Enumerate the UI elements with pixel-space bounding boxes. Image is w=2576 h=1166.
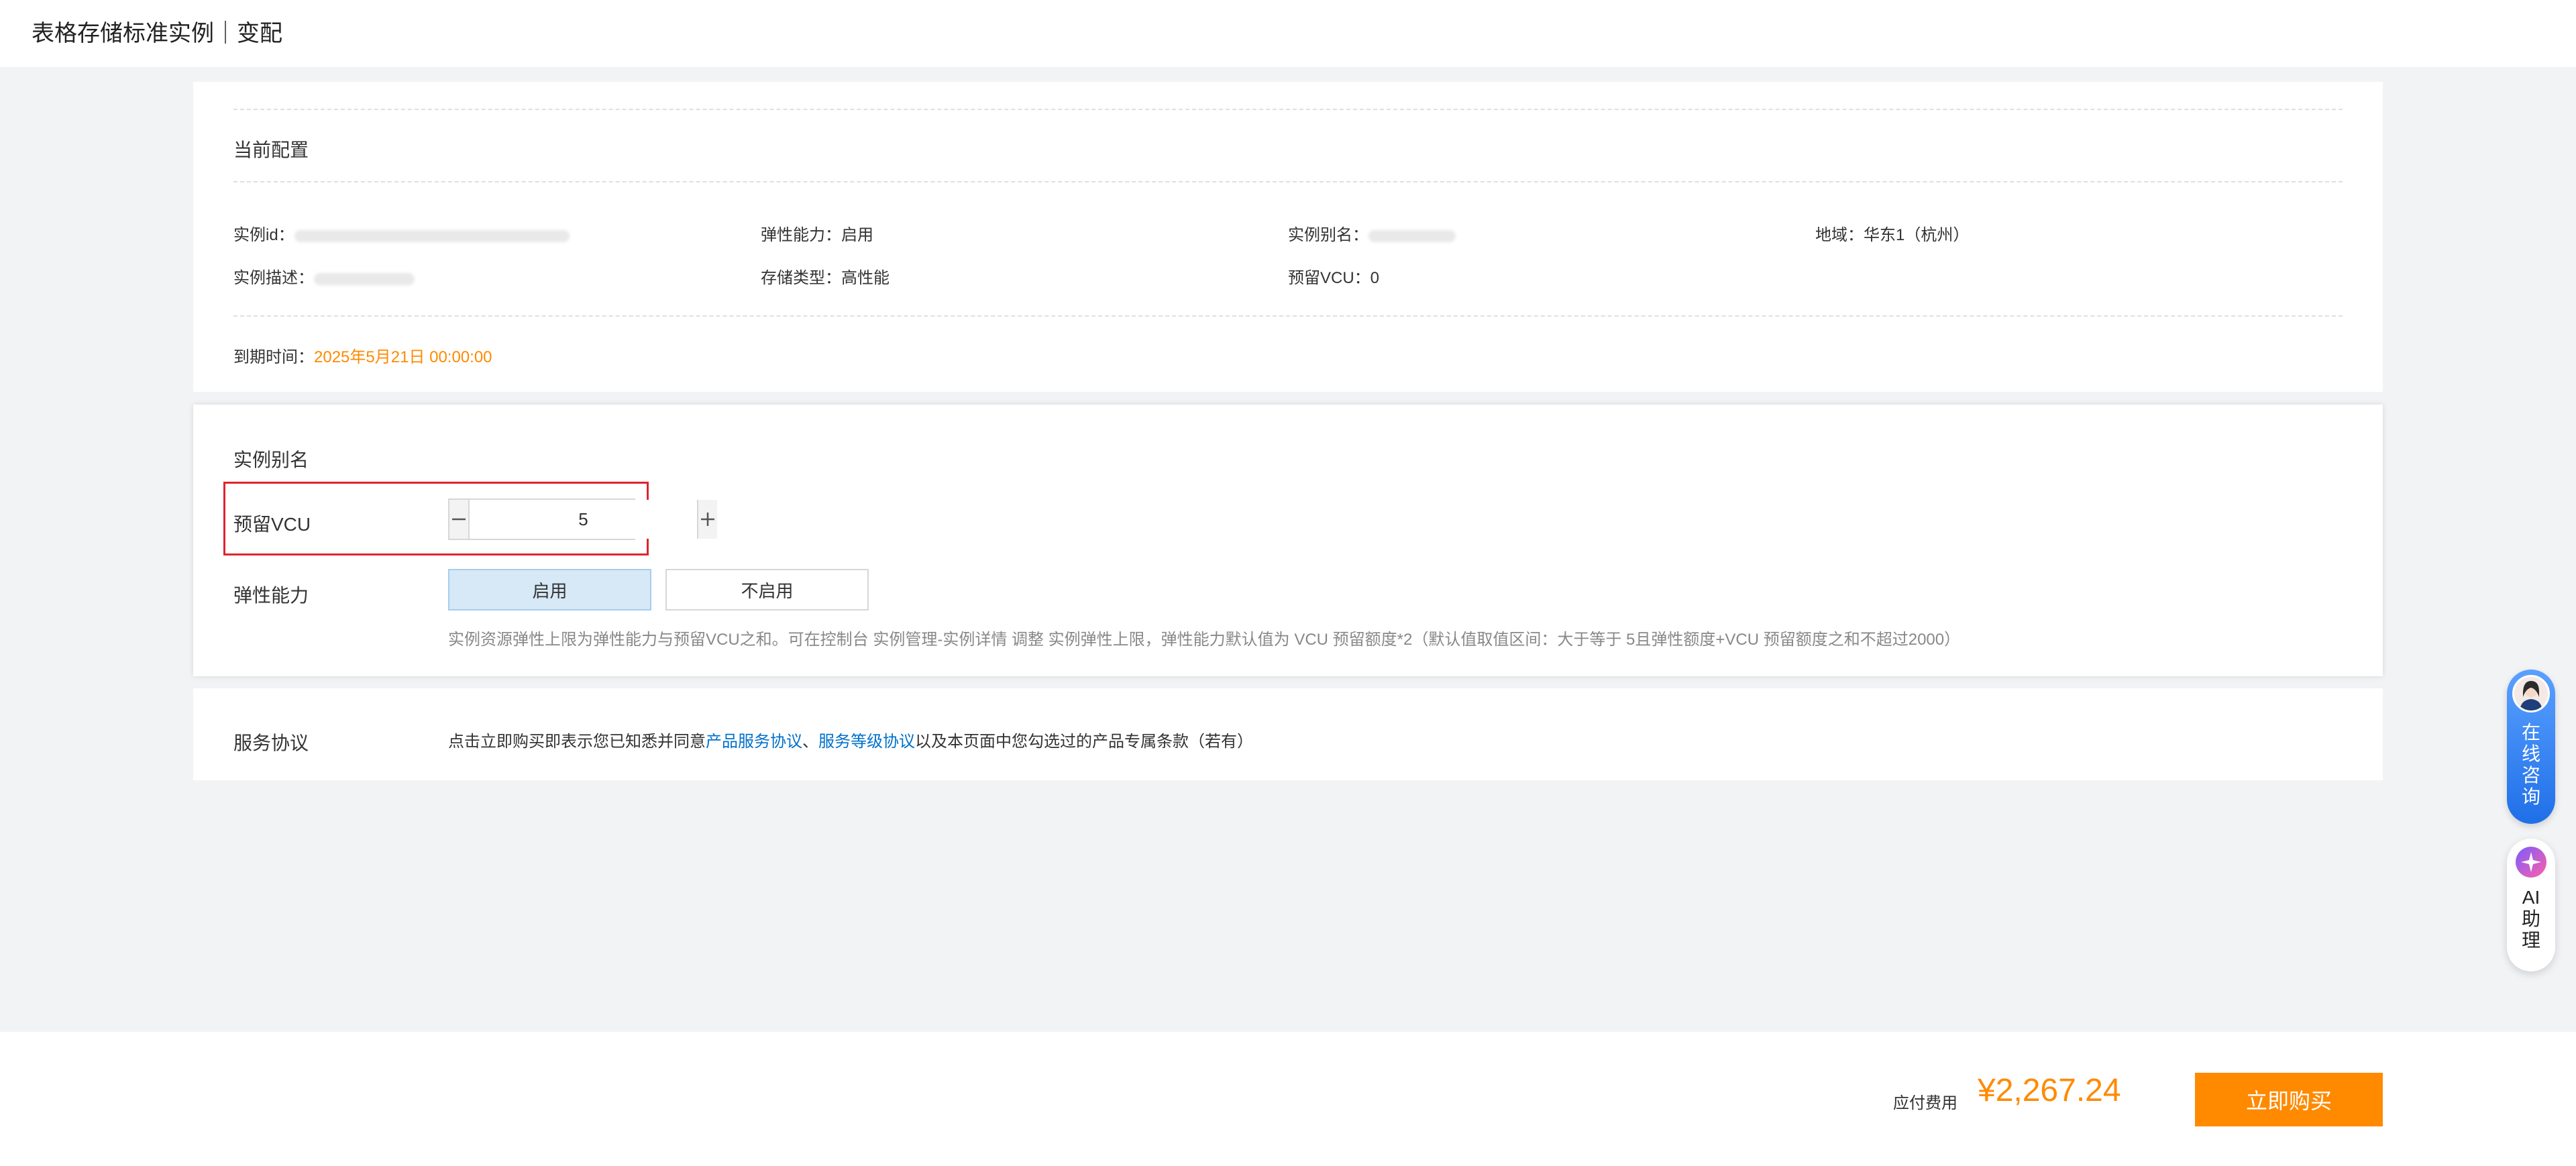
elastic-capacity-label: 弹性能力: [233, 585, 309, 606]
ai-sparkle-icon: [2516, 847, 2546, 878]
vcu-input[interactable]: [470, 500, 697, 539]
divider: [233, 181, 2343, 182]
current-config-title: 当前配置: [233, 140, 309, 160]
elastic-capacity: 弹性能力：启用: [761, 226, 873, 244]
elastic-hint-text: 实例资源弹性上限为弹性能力与预留VCU之和。可在控制台 实例管理-实例详情 调整…: [448, 631, 1961, 649]
ai-assistant-button[interactable]: AI助理: [2507, 839, 2555, 971]
elastic-disable-option[interactable]: 不启用: [665, 569, 869, 611]
consultant-avatar-icon: [2512, 675, 2550, 712]
service-agreement-label: 服务协议: [233, 733, 309, 753]
fee-amount: ¥2,267.24: [1978, 1073, 2121, 1108]
instance-id: 实例id：: [233, 221, 570, 245]
instance-id-value-blurred: [294, 229, 570, 242]
product-service-agreement-link[interactable]: 产品服务协议: [706, 733, 802, 751]
region: 地域：华东1（杭州）: [1815, 226, 1970, 244]
description-value-blurred: [314, 272, 415, 285]
ai-assistant-label: AI助理: [2521, 887, 2540, 951]
current-config-card: 当前配置 实例id： 弹性能力：启用 实例别名： 地域：华东1（杭州） 实例描述…: [193, 82, 2383, 392]
decrement-button[interactable]: [449, 500, 470, 539]
divider: [233, 315, 2343, 317]
reserved-vcu-label: 预留VCU: [233, 514, 311, 535]
footer-bar: [0, 1032, 2576, 1166]
elastic-enable-option[interactable]: 启用: [448, 569, 651, 611]
service-level-agreement-link[interactable]: 服务等级协议: [818, 733, 915, 751]
agreement-text: 点击立即购买即表示您已知悉并同意产品服务协议、服务等级协议以及本页面中您勾选过的…: [448, 733, 1253, 751]
online-consult-button[interactable]: 在线咨询: [2507, 670, 2555, 824]
instance-alias: 实例别名：: [1288, 221, 1456, 245]
increment-button[interactable]: [697, 500, 717, 539]
plus-icon: [701, 513, 714, 526]
online-consult-label: 在线咨询: [2521, 722, 2540, 807]
fee-label: 应付费用: [1893, 1094, 1957, 1112]
instance-description: 实例描述：: [233, 264, 415, 288]
instance-alias-label: 实例别名: [233, 449, 309, 470]
minus-icon: [452, 518, 466, 521]
storage-type: 存储类型：高性能: [761, 269, 890, 287]
alias-value-blurred: [1368, 229, 1456, 242]
page-title: 表格存储标准实例｜变配: [32, 21, 282, 46]
vcu-stepper[interactable]: [448, 498, 717, 540]
buy-now-button[interactable]: 立即购买: [2195, 1073, 2383, 1126]
top-bar: 表格存储标准实例｜变配: [0, 0, 2576, 67]
reserved-vcu-current: 预留VCU：0: [1288, 269, 1380, 287]
divider: [233, 109, 2343, 110]
expire-time: 到期时间：2025年5月21日 00:00:00: [233, 348, 492, 366]
